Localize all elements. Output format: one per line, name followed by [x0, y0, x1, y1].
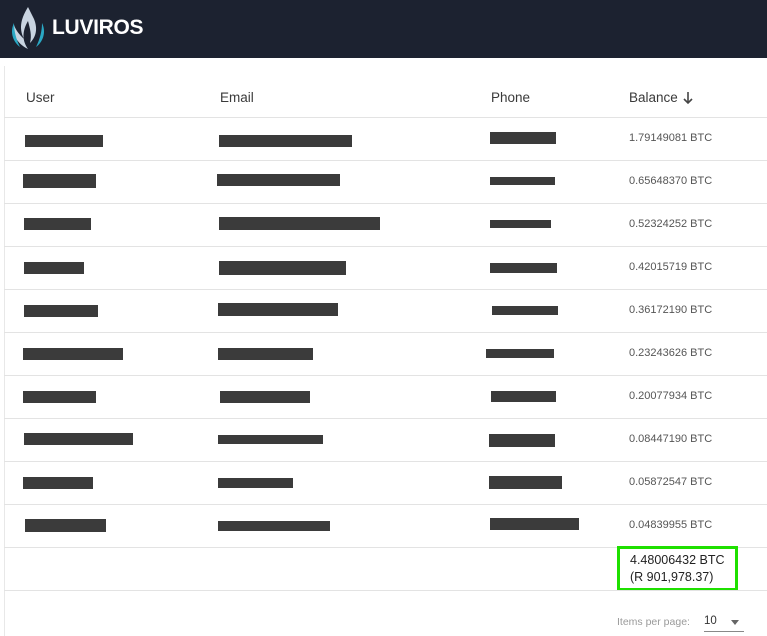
redacted-phone [490, 518, 579, 530]
total-balance-fiat: (R 901,978.37) [630, 570, 714, 584]
luviros-logo-icon [12, 7, 44, 49]
row-divider [4, 160, 767, 161]
column-header-phone[interactable]: Phone [491, 90, 530, 105]
redacted-phone [489, 434, 555, 447]
column-header-user[interactable]: User [26, 90, 55, 105]
redacted-user [23, 348, 123, 360]
redacted-user [25, 135, 103, 147]
balance-value: 0.23243626 BTC [629, 347, 713, 359]
row-divider [4, 590, 767, 591]
redacted-phone [492, 306, 558, 315]
redacted-email [218, 521, 330, 531]
redacted-user [24, 262, 84, 274]
redacted-phone [490, 177, 555, 185]
column-header-balance[interactable]: Balance [629, 90, 678, 105]
balance-value: 0.65648370 BTC [629, 175, 713, 187]
row-divider [4, 418, 767, 419]
row-divider [4, 246, 767, 247]
redacted-phone [490, 132, 556, 144]
redacted-email [220, 391, 310, 403]
row-divider [4, 504, 767, 505]
redacted-phone [490, 263, 557, 273]
caret-down-icon [731, 620, 739, 625]
total-balance-btc: 4.48006432 BTC [630, 553, 725, 567]
balance-value: 0.20077934 BTC [629, 390, 713, 402]
redacted-phone [486, 349, 554, 358]
redacted-email [219, 261, 346, 275]
brand-name[interactable]: LUVIROS [52, 16, 144, 40]
redacted-phone [490, 220, 551, 228]
redacted-email [219, 135, 352, 147]
redacted-user [23, 174, 96, 188]
redacted-user [24, 305, 98, 317]
balance-value: 0.08447190 BTC [629, 433, 713, 445]
items-per-page-value: 10 [704, 615, 717, 627]
row-divider [4, 203, 767, 204]
row-divider [4, 461, 767, 462]
redacted-user [25, 519, 106, 532]
row-divider [4, 289, 767, 290]
items-per-page-label: Items per page: [617, 616, 690, 628]
redacted-user [23, 391, 96, 403]
balance-value: 0.36172190 BTC [629, 304, 713, 316]
balance-value: 0.52324252 BTC [629, 218, 713, 230]
app-header: LUVIROS [0, 0, 767, 58]
redacted-user [24, 218, 91, 230]
select-underline [704, 631, 744, 632]
redacted-user [23, 477, 93, 489]
header-divider [4, 117, 767, 118]
redacted-email [218, 303, 338, 316]
column-header-email[interactable]: Email [220, 90, 254, 105]
redacted-user [24, 433, 133, 445]
redacted-email [218, 348, 313, 360]
row-divider [4, 375, 767, 376]
redacted-phone [489, 476, 562, 489]
redacted-phone [491, 391, 556, 402]
total-balance-highlight: 4.48006432 BTC (R 901,978.37) [617, 546, 738, 591]
redacted-email [218, 435, 323, 444]
balance-value: 0.05872547 BTC [629, 476, 713, 488]
balance-value: 0.42015719 BTC [629, 261, 713, 273]
arrow-down-icon[interactable] [682, 91, 694, 105]
items-per-page-select[interactable]: 10 [704, 612, 744, 632]
redacted-email [217, 174, 340, 186]
balance-value: 1.79149081 BTC [629, 132, 713, 144]
redacted-email [218, 478, 293, 488]
redacted-email [219, 217, 380, 230]
balance-value: 0.04839955 BTC [629, 519, 713, 531]
row-divider [4, 332, 767, 333]
